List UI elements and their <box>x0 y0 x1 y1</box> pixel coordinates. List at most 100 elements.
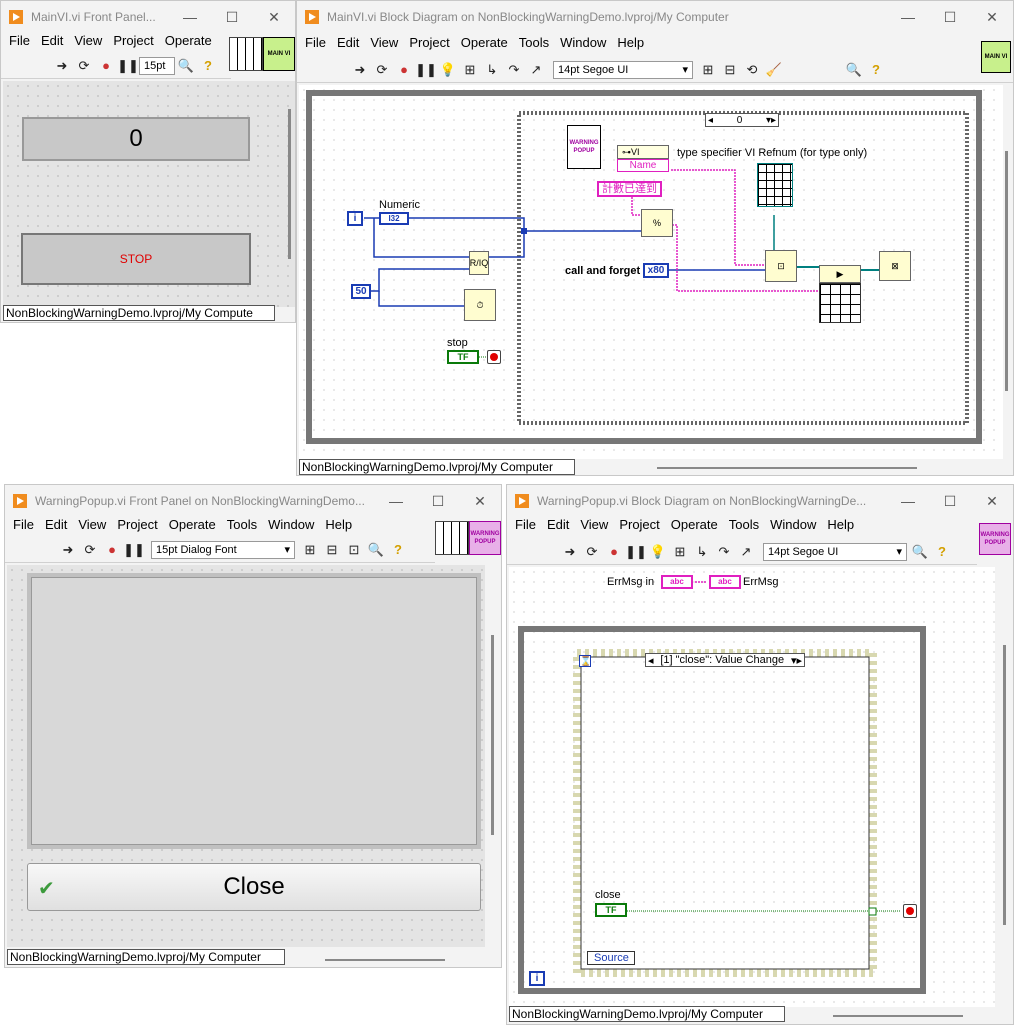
align-objects-icon[interactable]: ⊞ <box>699 61 717 79</box>
minimize-icon[interactable]: — <box>887 9 929 25</box>
maximize-icon[interactable]: ☐ <box>929 493 971 510</box>
menu-tools[interactable]: Tools <box>227 517 257 537</box>
menu-operate[interactable]: Operate <box>169 517 216 537</box>
maximize-icon[interactable]: ☐ <box>929 9 971 26</box>
step-into-icon[interactable]: ↳ <box>693 543 711 561</box>
minimize-icon[interactable]: — <box>887 493 929 509</box>
menu-tools[interactable]: Tools <box>729 517 759 537</box>
menu-tools[interactable]: Tools <box>519 35 549 55</box>
font-select[interactable]: 14pt Segoe UI ▾ <box>763 542 907 561</box>
menu-project[interactable]: Project <box>117 517 157 537</box>
menu-operate[interactable]: Operate <box>461 35 508 55</box>
case-selector[interactable]: ◂ 0 ▾▸ <box>705 113 779 127</box>
search-icon[interactable]: 🔍 <box>367 541 385 559</box>
menu-project[interactable]: Project <box>409 35 449 55</box>
menu-file[interactable]: File <box>515 517 536 537</box>
title-bar[interactable]: WarningPopup.vi Front Panel on NonBlocki… <box>5 485 501 517</box>
pause-icon[interactable]: ❚❚ <box>117 57 139 75</box>
vertical-scrollbar[interactable] <box>288 109 291 259</box>
menu-operate[interactable]: Operate <box>671 517 718 537</box>
reorder-icon[interactable]: ⟲ <box>743 61 761 79</box>
run-arrow-icon[interactable]: ➜ <box>53 57 71 75</box>
pause-icon[interactable]: ❚❚ <box>123 541 145 559</box>
close-icon[interactable]: ✕ <box>459 493 501 510</box>
maximize-icon[interactable]: ☐ <box>211 9 253 26</box>
help-icon[interactable]: ? <box>199 57 217 75</box>
retain-wire-values-icon[interactable]: ⊞ <box>461 61 479 79</box>
menu-help[interactable]: Help <box>827 517 854 537</box>
minimize-icon[interactable]: — <box>375 493 417 509</box>
font-select[interactable]: 15pt <box>139 56 175 75</box>
run-continuous-icon[interactable]: ⟳ <box>75 57 93 75</box>
distribute-objects-icon[interactable]: ⊟ <box>721 61 739 79</box>
menu-view[interactable]: View <box>78 517 106 537</box>
horizontal-scrollbar[interactable] <box>325 959 445 961</box>
step-over-icon[interactable]: ↷ <box>505 61 523 79</box>
pause-icon[interactable]: ❚❚ <box>625 543 647 561</box>
close-icon[interactable]: ✕ <box>971 9 1013 26</box>
search-icon[interactable]: 🔍 <box>911 543 929 561</box>
menu-project[interactable]: Project <box>619 517 659 537</box>
menu-view[interactable]: View <box>580 517 608 537</box>
close-icon[interactable]: ✕ <box>971 493 1013 510</box>
title-bar[interactable]: MainVI.vi Front Panel... — ☐ ✕ <box>1 1 295 33</box>
retain-wire-values-icon[interactable]: ⊞ <box>671 543 689 561</box>
font-select[interactable]: 14pt Segoe UI ▾ <box>553 60 693 79</box>
step-into-icon[interactable]: ↳ <box>483 61 501 79</box>
maximize-icon[interactable]: ☐ <box>417 493 459 510</box>
highlight-execution-icon[interactable]: 💡 <box>649 543 667 561</box>
menu-edit[interactable]: Edit <box>547 517 569 537</box>
menu-edit[interactable]: Edit <box>45 517 67 537</box>
help-icon[interactable]: ? <box>933 543 951 561</box>
abort-icon[interactable]: ● <box>395 61 413 79</box>
cleanup-diagram-icon[interactable]: 🧹 <box>765 61 783 79</box>
title-bar[interactable]: WarningPopup.vi Block Diagram on NonBloc… <box>507 485 1013 517</box>
close-icon[interactable]: ✕ <box>253 9 295 26</box>
distribute-objects-icon[interactable]: ⊟ <box>323 541 341 559</box>
run-continuous-icon[interactable]: ⟳ <box>81 541 99 559</box>
menu-edit[interactable]: Edit <box>41 33 63 53</box>
menu-window[interactable]: Window <box>560 35 606 55</box>
stop-button[interactable]: STOP <box>21 233 251 285</box>
menu-help[interactable]: Help <box>325 517 352 537</box>
pause-icon[interactable]: ❚❚ <box>415 61 437 79</box>
run-arrow-icon[interactable]: ➜ <box>561 543 579 561</box>
step-out-icon[interactable]: ↗ <box>527 61 545 79</box>
help-icon[interactable]: ? <box>389 541 407 559</box>
menu-window[interactable]: Window <box>268 517 314 537</box>
step-out-icon[interactable]: ↗ <box>737 543 755 561</box>
vertical-scrollbar[interactable] <box>1003 645 1006 925</box>
menu-help[interactable]: Help <box>617 35 644 55</box>
run-arrow-icon[interactable]: ➜ <box>59 541 77 559</box>
menu-file[interactable]: File <box>13 517 34 537</box>
menu-window[interactable]: Window <box>770 517 816 537</box>
menu-edit[interactable]: Edit <box>337 35 359 55</box>
menu-view[interactable]: View <box>370 35 398 55</box>
menu-view[interactable]: View <box>74 33 102 53</box>
close-button[interactable]: ✔ Close <box>27 863 481 911</box>
vertical-scrollbar[interactable] <box>1005 151 1008 391</box>
font-select[interactable]: 15pt Dialog Font ▾ <box>151 540 295 559</box>
event-selector[interactable]: ◂ [1] "close": Value Change ▾▸ <box>645 653 805 667</box>
step-over-icon[interactable]: ↷ <box>715 543 733 561</box>
menu-file[interactable]: File <box>305 35 326 55</box>
help-icon[interactable]: ? <box>867 61 885 79</box>
run-arrow-icon[interactable]: ➜ <box>351 61 369 79</box>
menu-file[interactable]: File <box>9 33 30 53</box>
search-icon[interactable]: 🔍 <box>177 57 195 75</box>
minimize-icon[interactable]: — <box>169 9 211 25</box>
horizontal-scrollbar[interactable] <box>833 1015 963 1017</box>
run-continuous-icon[interactable]: ⟳ <box>583 543 601 561</box>
abort-icon[interactable]: ● <box>103 541 121 559</box>
menu-project[interactable]: Project <box>113 33 153 53</box>
resize-objects-icon[interactable]: ⊡ <box>345 541 363 559</box>
align-objects-icon[interactable]: ⊞ <box>301 541 319 559</box>
menu-operate[interactable]: Operate <box>165 33 212 53</box>
search-icon[interactable]: 🔍 <box>845 61 863 79</box>
vertical-scrollbar[interactable] <box>491 635 494 835</box>
abort-icon[interactable]: ● <box>605 543 623 561</box>
highlight-execution-icon[interactable]: 💡 <box>439 61 457 79</box>
abort-icon[interactable]: ● <box>97 57 115 75</box>
title-bar[interactable]: MainVI.vi Block Diagram on NonBlockingWa… <box>297 1 1013 33</box>
horizontal-scrollbar[interactable] <box>657 467 917 469</box>
